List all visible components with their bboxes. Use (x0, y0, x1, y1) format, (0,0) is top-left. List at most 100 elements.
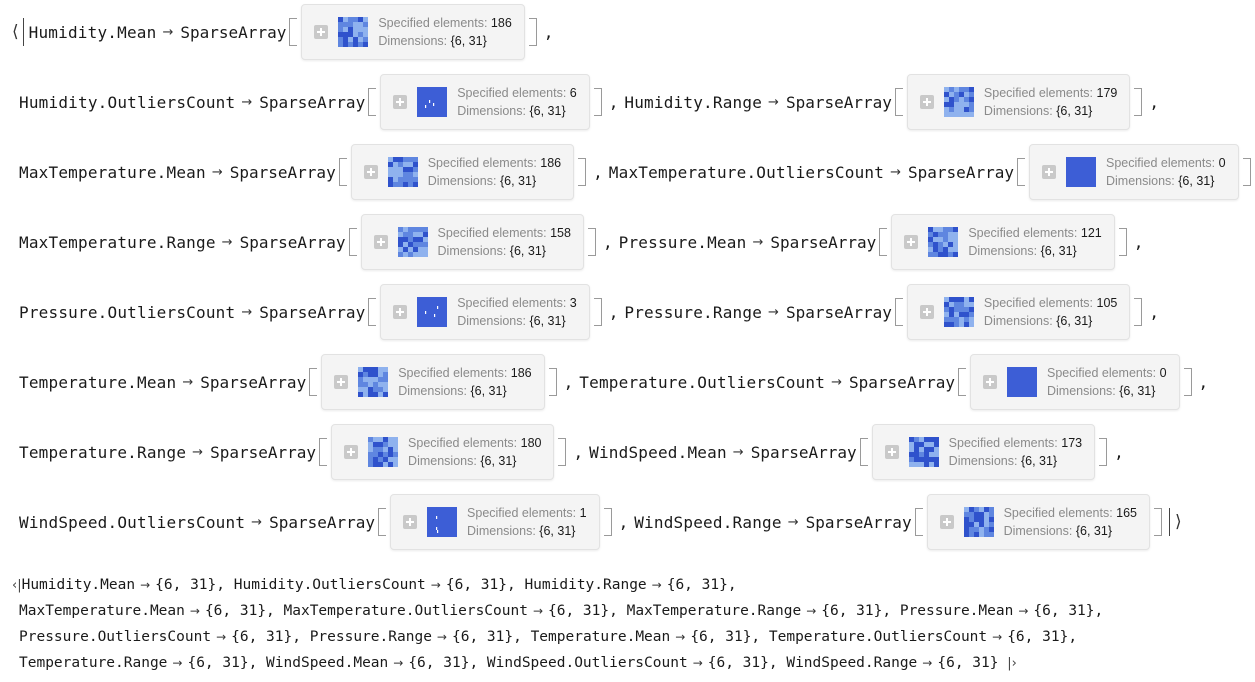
dimensions-label: Dimensions: (398, 384, 467, 398)
summary-key: WindSpeed.OutliersCount (486, 655, 688, 671)
sparse-array-summary-box[interactable]: Specified elements: 121 Dimensions: {6, 3… (891, 214, 1115, 270)
sparse-array-summary-box[interactable]: Specified elements: 1 Dimensions: {6, 31} (390, 494, 600, 550)
open-bracket (319, 438, 328, 466)
output-line: Temperature.Range → SparseArray Specified e… (19, 422, 1130, 482)
sparse-array-thumbnail (943, 297, 974, 327)
summary-line: Pressure.OutliersCount → {6, 31}, Pressure… (19, 624, 1077, 650)
specified-elements-value: 6 (569, 86, 577, 100)
expand-icon[interactable] (393, 95, 408, 109)
dimensions-value: {6, 31} (480, 454, 517, 468)
comma-separator: , (469, 655, 479, 671)
open-bracket (957, 368, 966, 396)
dimensions-value: {6, 31} (1178, 174, 1215, 188)
sparse-array-summary-box[interactable]: Specified elements: 0 Dimensions: {6, 31} (969, 354, 1180, 410)
specified-elements-line: Specified elements: 1 (467, 504, 587, 522)
summary-value: {6, 31} (690, 629, 752, 645)
expand-icon[interactable] (939, 515, 954, 529)
expand-icon[interactable] (919, 95, 934, 109)
dimensions-line: Dimensions: {6, 31} (1106, 172, 1226, 190)
expand-icon[interactable] (393, 305, 408, 319)
specified-elements-value: 1 (579, 506, 587, 520)
specified-elements-line: Specified elements: 186 (398, 364, 531, 382)
sparse-array-summary-box[interactable]: Specified elements: 180 Dimensions: {6, 3… (331, 424, 555, 480)
comma-separator: , (882, 603, 892, 619)
output-line: MaxTemperature.Mean → SparseArray Specified… (19, 142, 1255, 202)
dimensions-line: Dimensions: {6, 31} (378, 32, 511, 50)
sparse-array-summary-box[interactable]: Specified elements: 0 Dimensions: {6, 31} (1028, 144, 1239, 200)
expand-icon[interactable] (344, 445, 359, 459)
expand-icon[interactable] (904, 235, 919, 249)
expand-icon[interactable] (334, 375, 349, 389)
sparse-array-thumbnail (417, 87, 448, 117)
dimensions-line: Dimensions: {6, 31} (968, 242, 1101, 260)
specified-elements-label: Specified elements: (983, 296, 1094, 310)
summary-info: Specified elements: 3 Dimensions: {6, 31} (457, 294, 577, 330)
summary-info: Specified elements: 186 Dimensions: {6, 3… (398, 364, 531, 400)
close-bracket (593, 298, 602, 326)
summary-value: {6, 31} (187, 655, 249, 671)
close-bracket (593, 88, 602, 116)
expand-icon[interactable] (373, 235, 388, 249)
rule-arrow: → (430, 578, 441, 592)
summary-key: Humidity.OutliersCount (233, 577, 426, 593)
sparse-array-summary-box[interactable]: Specified elements: 173 Dimensions: {6, 3… (871, 424, 1096, 480)
summary-value: {6, 31} (821, 603, 883, 619)
open-bracket (879, 228, 888, 256)
summary-info: Specified elements: 158 Dimensions: {6, 3… (438, 224, 571, 260)
open-bracket (378, 508, 387, 536)
entry-key: Humidity.Mean (28, 22, 157, 42)
sparse-array-summary-box[interactable]: Specified elements: 165 Dimensions: {6, 3… (926, 494, 1151, 550)
rule-arrow: → (182, 374, 194, 390)
sparse-array-summary-box[interactable]: Specified elements: 105 Dimensions: {6, 3… (906, 284, 1131, 340)
sparse-array-summary-box[interactable]: Specified elements: 186 Dimensions: {6, 3… (301, 4, 525, 60)
close-bracket (1183, 368, 1192, 396)
expand-icon[interactable] (363, 165, 378, 179)
open-bracket (309, 368, 318, 396)
specified-elements-value: 0 (1218, 156, 1226, 170)
sparse-array-summary-box[interactable]: Specified elements: 3 Dimensions: {6, 31} (380, 284, 590, 340)
dimensions-label: Dimensions: (457, 104, 526, 118)
specified-elements-line: Specified elements: 6 (457, 84, 577, 102)
expand-icon[interactable] (982, 375, 997, 389)
rule-arrow: → (216, 630, 227, 644)
specified-elements-value: 180 (520, 436, 542, 450)
rule-arrow: → (532, 604, 544, 618)
expand-icon[interactable] (1041, 165, 1056, 179)
rule-arrow: → (436, 630, 447, 644)
specified-elements-label: Specified elements: (378, 16, 488, 30)
entry-key: Pressure.Mean (618, 232, 747, 252)
sparse-array-head: SparseArray (229, 162, 336, 182)
summary-line: Temperature.Range → {6, 31}, WindSpeed.Mea… (19, 650, 1017, 677)
rule-arrow: → (732, 444, 744, 460)
rule-arrow: → (890, 164, 902, 180)
summary-key: Temperature.OutliersCount (768, 629, 988, 645)
summary-close: |› (1007, 656, 1017, 671)
expand-icon[interactable] (919, 305, 934, 319)
sparse-array-summary-box[interactable]: Specified elements: 186 Dimensions: {6, 3… (321, 354, 545, 410)
sparse-array-summary-box[interactable]: Specified elements: 6 Dimensions: {6, 31} (380, 74, 590, 130)
expand-icon[interactable] (884, 445, 899, 459)
expand-icon[interactable] (314, 25, 329, 39)
summary-info: Specified elements: 6 Dimensions: {6, 31} (457, 84, 577, 120)
sparse-array-summary-box[interactable]: Specified elements: 179 Dimensions: {6, 3… (906, 74, 1131, 130)
specified-elements-value: 173 (1061, 436, 1083, 450)
dimensions-value: {6, 31} (499, 174, 537, 188)
summary-info: Specified elements: 186 Dimensions: {6, 3… (428, 154, 561, 190)
dimensions-value: {6, 31} (1119, 384, 1156, 398)
dimensions-line: Dimensions: {6, 31} (398, 382, 531, 400)
summary-value: {6, 31} (1007, 629, 1069, 645)
summary-key: WindSpeed.Range (786, 655, 918, 671)
dimensions-value: {6, 31} (470, 384, 507, 398)
dimensions-label: Dimensions: (1003, 524, 1073, 538)
specified-elements-line: Specified elements: 3 (457, 294, 577, 312)
dimensions-label: Dimensions: (948, 454, 1018, 468)
entry-key: Humidity.Range (624, 92, 763, 112)
dimensions-label: Dimensions: (427, 174, 497, 188)
comma-separator: , (618, 512, 629, 532)
sparse-array-summary-box[interactable]: Specified elements: 186 Dimensions: {6, 3… (350, 144, 575, 200)
expand-icon[interactable] (403, 515, 418, 529)
sparse-array-summary-box[interactable]: Specified elements: 158 Dimensions: {6, 3… (360, 214, 584, 270)
entry-key: MaxTemperature.Range (19, 232, 216, 252)
summary-value: {6, 31} (231, 629, 293, 645)
comma-separator: , (216, 577, 225, 593)
